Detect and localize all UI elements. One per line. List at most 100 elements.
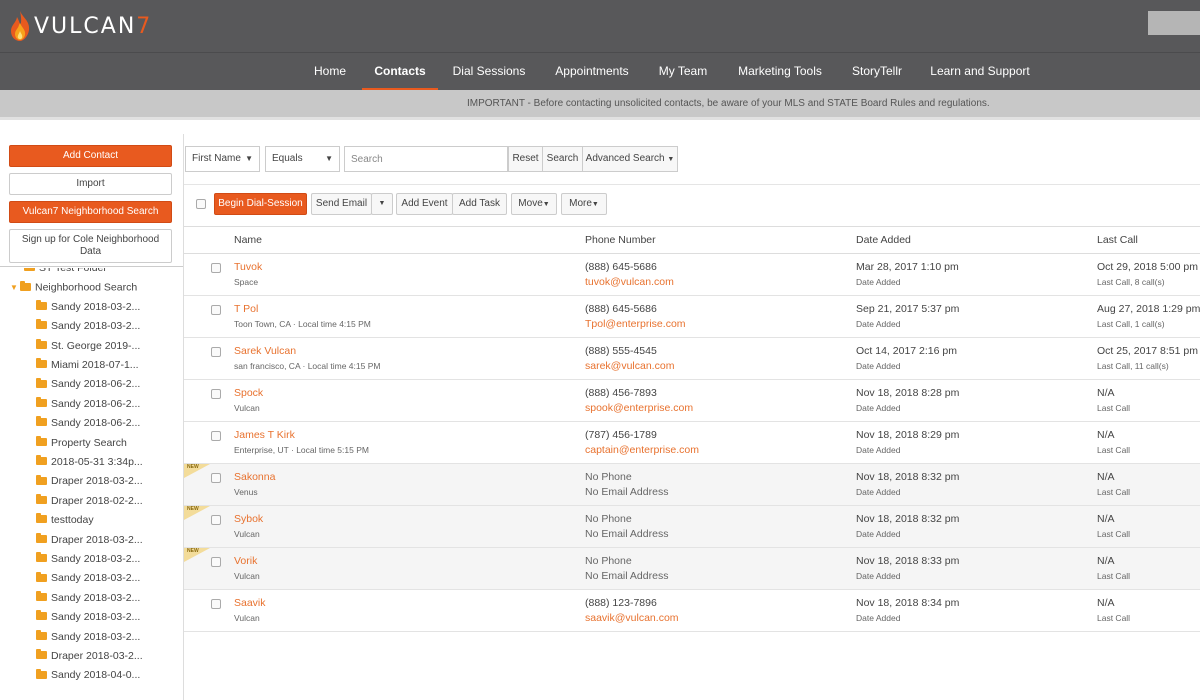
begin-dial-session-button[interactable]: Begin Dial-Session [214,193,307,215]
add-event-button[interactable]: Add Event [396,193,453,215]
column-last-call[interactable]: Last Call [1097,227,1138,254]
contact-email[interactable]: saavik@vulcan.com [585,612,679,624]
contact-name[interactable]: James T Kirk [234,429,295,441]
user-menu[interactable] [1148,11,1200,35]
contact-name[interactable]: Tuvok [234,261,262,273]
row-checkbox[interactable] [211,431,221,441]
signup-cole-button[interactable]: Sign up for Cole Neighborhood Data [9,229,172,263]
column-phone[interactable]: Phone Number [585,227,656,254]
table-row[interactable]: NEW Vorik Vulcan No Phone No Email Address No… [184,548,1200,590]
column-date-added[interactable]: Date Added [856,227,911,254]
contact-name[interactable]: Spock [234,387,263,399]
more-button[interactable]: More▼ [561,193,607,215]
logo[interactable]: VULCAN7 [8,8,152,44]
table-row[interactable]: James T Kirk Enterprise, UT · Local time … [184,422,1200,464]
add-contact-button[interactable]: Add Contact [9,145,172,167]
folder-item[interactable]: 2018-05-31 3:34p... [36,453,143,472]
folder-item[interactable]: Sandy 2018-03-2... [36,628,140,647]
folder-item[interactable]: Sandy 2018-06-2... [36,375,140,394]
row-checkbox[interactable] [211,557,221,567]
folder-item[interactable]: Draper 2018-02-2... [36,492,143,511]
folder-item[interactable]: Sandy 2018-03-2... [36,589,140,608]
row-checkbox[interactable] [211,347,221,357]
folder-label: Sandy 2018-03-2... [51,591,141,604]
advanced-search-label: Advanced Search [585,153,665,164]
folder-item[interactable]: testtoday [36,511,94,530]
folder-item[interactable]: Sandy 2018-04-0... [36,666,140,685]
folder-icon [36,416,47,427]
contact-phone[interactable]: (888) 123-7896 [585,597,657,609]
contact-phone[interactable]: (888) 645-5686 [585,261,657,273]
column-name[interactable]: Name [234,227,262,254]
nav-appointments[interactable]: Appointments [546,53,638,91]
folder-item[interactable]: Draper 2018-03-2... [36,531,143,550]
row-checkbox[interactable] [211,263,221,273]
table-row[interactable]: NEW Sakonna Venus No Phone No Email Address N… [184,464,1200,506]
table-row[interactable]: Sarek Vulcan san francisco, CA · Local ti… [184,338,1200,380]
search-input[interactable] [344,146,508,172]
folder-item[interactable]: Draper 2018-03-2... [36,647,143,666]
nav-marketing-tools[interactable]: Marketing Tools [728,53,832,91]
contact-email[interactable]: captain@enterprise.com [585,444,699,456]
contact-name[interactable]: Saavik [234,597,266,609]
import-button[interactable]: Import [9,173,172,195]
nav-my-team[interactable]: My Team [650,53,716,91]
folder-item[interactable]: ST Test Folder [24,268,107,278]
nav-learn-support[interactable]: Learn and Support [924,53,1036,91]
contact-name[interactable]: Sybok [234,513,263,525]
table-row[interactable]: NEW Sybok Vulcan No Phone No Email Address No… [184,506,1200,548]
folder-item[interactable]: Sandy 2018-03-2... [36,317,140,336]
contact-email[interactable]: sarek@vulcan.com [585,360,674,372]
table-row[interactable]: Spock Vulcan (888) 456-7893 spook@enterpris… [184,380,1200,422]
table-row[interactable]: Tuvok Space (888) 645-5686 tuvok@vulcan.com… [184,254,1200,296]
field-select[interactable]: First Name ▼ [185,146,260,172]
contact-email[interactable]: tuvok@vulcan.com [585,276,674,288]
folder-label: Draper 2018-02-2... [51,494,143,507]
search-button[interactable]: Search [543,146,583,172]
folder-item[interactable]: Sandy 2018-06-2... [36,414,140,433]
folder-item[interactable]: St. George 2019-... [36,337,140,356]
nav-contacts[interactable]: Contacts [362,53,438,91]
operator-select[interactable]: Equals ▼ [265,146,340,172]
advanced-search-button[interactable]: Advanced Search ▼ [583,146,678,172]
folder-item[interactable]: Sandy 2018-03-2... [36,608,140,627]
send-email-dropdown-icon[interactable]: ▼ [371,193,393,215]
nav-storytellr[interactable]: StoryTellr [844,53,910,91]
folder-item[interactable]: Sandy 2018-03-2... [36,569,140,588]
row-checkbox[interactable] [211,599,221,609]
folder-item[interactable]: Sandy 2018-06-2... [36,395,140,414]
folder-item[interactable]: ▼ Neighborhood Search [10,278,137,297]
folder-item[interactable]: Sandy 2018-03-2... [36,298,140,317]
chevron-down-icon: ▼ [325,154,333,163]
contact-phone[interactable]: (888) 456-7893 [585,387,657,399]
reset-button[interactable]: Reset [508,146,543,172]
contact-phone[interactable]: (888) 555-4545 [585,345,657,357]
folder-item[interactable]: Miami 2018-07-1... [36,356,139,375]
move-button[interactable]: Move▼ [511,193,557,215]
contact-name[interactable]: T Pol [234,303,258,315]
nav-dial-sessions[interactable]: Dial Sessions [446,53,532,91]
contact-phone[interactable]: (888) 645-5686 [585,303,657,315]
table-row[interactable]: T Pol Toon Town, CA · Local time 4:15 PM (… [184,296,1200,338]
add-task-button[interactable]: Add Task [452,193,507,215]
folder-item[interactable]: Property Search [36,434,127,453]
row-checkbox[interactable] [211,515,221,525]
send-email-button[interactable]: Send Email [311,193,372,215]
contact-name[interactable]: Vorik [234,555,257,567]
contact-phone[interactable]: (787) 456-1789 [585,429,657,441]
expand-caret-icon[interactable]: ▼ [10,278,20,297]
row-checkbox[interactable] [211,389,221,399]
contact-name[interactable]: Sarek Vulcan [234,345,296,357]
row-checkbox[interactable] [211,473,221,483]
contact-email[interactable]: spook@enterprise.com [585,402,693,414]
table-row[interactable]: Saavik Vulcan (888) 123-7896 saavik@vulcan.… [184,590,1200,632]
row-checkbox[interactable] [211,305,221,315]
select-all-checkbox[interactable] [196,199,206,209]
last-call-label: Last Call [1097,571,1131,581]
contact-email[interactable]: Tpol@enterprise.com [585,318,686,330]
folder-item[interactable]: Draper 2018-03-2... [36,472,143,491]
neighborhood-search-button[interactable]: Vulcan7 Neighborhood Search [9,201,172,223]
folder-item[interactable]: Sandy 2018-03-2... [36,550,140,569]
contact-name[interactable]: Sakonna [234,471,275,483]
nav-home[interactable]: Home [303,53,357,91]
